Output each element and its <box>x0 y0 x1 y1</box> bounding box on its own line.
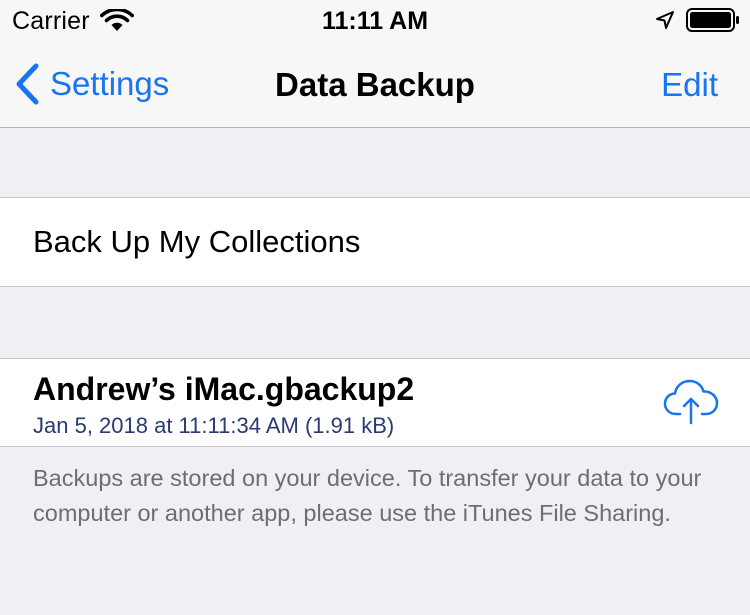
location-arrow-icon <box>656 11 674 29</box>
status-bar: Carrier 11:11 AM <box>0 0 750 40</box>
screen: Carrier 11:11 AM Settings Data Backup Ed… <box>0 0 750 615</box>
status-time: 11:11 AM <box>321 7 429 35</box>
backup-footer-note: Backups are stored on your device. To tr… <box>33 465 702 526</box>
edit-button[interactable]: Edit <box>661 66 718 104</box>
page-title: Data Backup <box>275 66 475 103</box>
navigation-bar: Settings Data Backup Edit <box>0 40 750 128</box>
backup-file-cell[interactable]: Andrew’s iMac.gbackup2 Jan 5, 2018 at 11… <box>0 358 750 447</box>
battery-icon <box>686 8 739 32</box>
back-up-collections-label: Back Up My Collections <box>33 224 361 259</box>
backup-file-name: Andrew’s iMac.gbackup2 <box>33 371 415 407</box>
back-up-collections-cell[interactable]: Back Up My Collections <box>0 197 750 287</box>
cloud-upload-icon[interactable] <box>662 377 720 425</box>
backup-file-details: Jan 5, 2018 at 11:11:34 AM (1.91 kB) <box>33 413 395 438</box>
